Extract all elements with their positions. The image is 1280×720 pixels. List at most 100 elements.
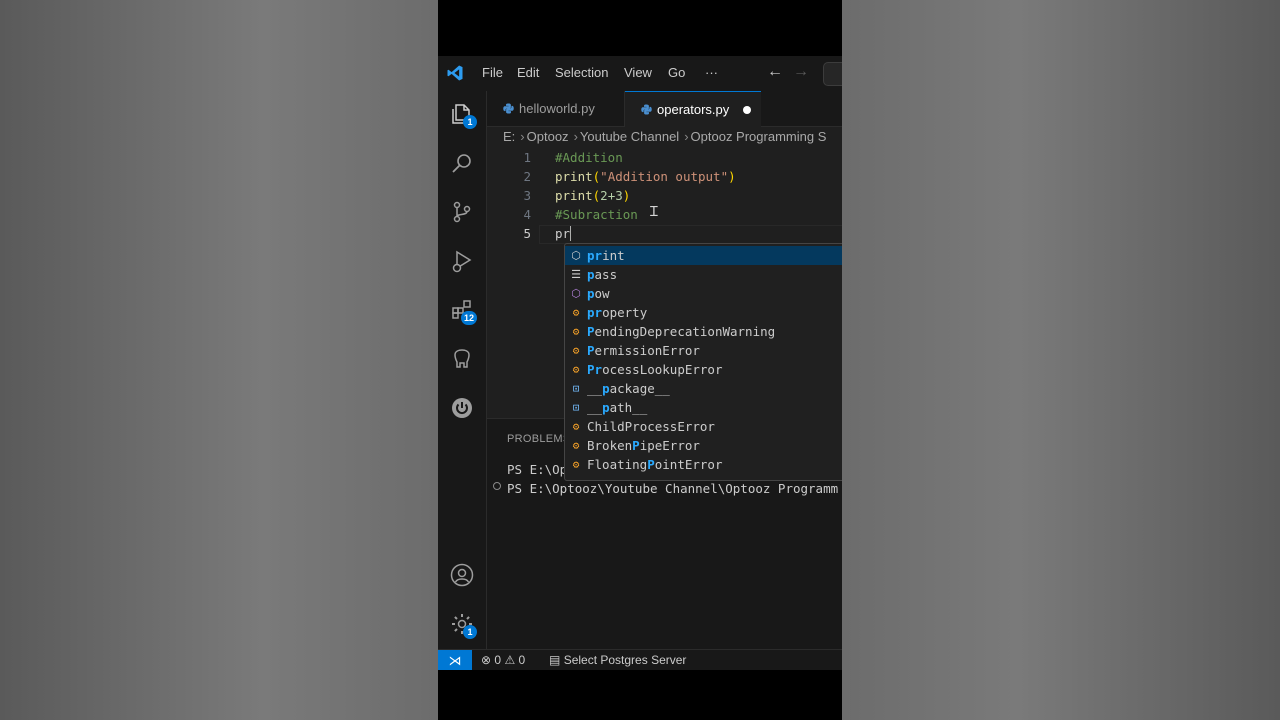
remote-indicator-icon[interactable]: ⋊ [438,650,472,670]
background-left [0,0,438,720]
suggestion-item[interactable]: ⬡ print [565,246,842,265]
error-icon: ⊗ [481,653,492,667]
suggestion-prefix: ChildPr [587,419,640,434]
explorer-badge: 1 [463,115,477,129]
source-control-icon[interactable] [450,200,474,224]
class-icon: ⚙ [572,420,580,433]
explorer-icon[interactable]: 1 [450,102,477,129]
suggestion-item[interactable]: ⚙ property [565,303,842,322]
suggestion-item[interactable]: ☰ pass [565,265,842,284]
activity-bar: 1 12 1 [438,91,487,649]
settings-badge: 1 [463,625,477,639]
match-highlight: P [647,457,655,472]
class-icon: ⚙ [572,344,580,357]
vscode-window: File Edit Selection View Go ··· ← → 1 12… [438,56,842,670]
line-number: 4 [523,207,531,222]
power-icon[interactable] [450,396,474,420]
autocomplete-suggestions: ⬡ print ☰ pass ⬡ pow ⚙ property ⚙ Pendin… [564,243,842,481]
warning-count: 0 [518,653,526,667]
menu-edit[interactable]: Edit [517,65,539,80]
variable-icon: ⊡ [572,401,580,414]
suggestion-item[interactable]: ⊡ __package__ [565,379,842,398]
tab-helloworld[interactable]: helloworld.py [487,91,625,126]
extensions-badge: 12 [461,311,477,325]
class-icon: ⚙ [572,363,580,376]
suggestion-item[interactable]: ⚙ PendingDeprecationWarning [565,322,842,341]
terminal-line: PS E:\Optooz\Youtube Channel\Optooz Prog… [507,481,839,496]
class-icon: ⚙ [572,325,580,338]
class-icon: ⚙ [572,458,580,471]
breadcrumb-item[interactable]: Optooz [527,129,569,144]
panel-tab-problems[interactable]: PROBLEMS [507,433,571,445]
text-cursor [570,226,572,241]
video-frame: File Edit Selection View Go ··· ← → 1 12… [438,0,842,720]
match-highlight: p [602,400,610,415]
suggestion-rest: ass [594,267,618,282]
forward-arrow-icon[interactable]: → [793,63,809,81]
suggestion-rest: ow [594,286,610,301]
line-number: 2 [523,169,531,184]
suggestion-item[interactable]: ⚙ BrokenPipeError [565,436,842,455]
editor-tabs: helloworld.py operators.py [487,91,842,127]
chevron-right-icon: › [573,129,578,144]
suggestion-prefix: Floating [587,457,648,472]
unsaved-dot-icon[interactable] [743,106,751,114]
suggestion-rest: ipeError [639,438,700,453]
suggestion-item[interactable]: ⊡ __path__ [565,398,842,417]
variable-icon: ⊡ [572,382,580,395]
code-text: print("Addition output") [555,169,736,184]
postgres-status[interactable]: ▤ Select Postgres Server [549,653,686,667]
function-token: print [555,169,593,184]
paren-token: ) [728,169,736,184]
keyword-icon: ☰ [571,268,581,281]
mouse-ibeam-icon: Ɪ [650,204,658,220]
match-highlight: P [587,324,595,339]
suggestion-item[interactable]: ⚙ ChildProcessError [565,417,842,436]
chevron-right-icon: › [520,129,525,144]
suggestion-item[interactable]: ⚙ ProcessLookupError [565,360,842,379]
suggestion-rest: int [602,248,625,263]
terminal-line: PS E:\Op [507,462,568,477]
match-highlight: Pr [587,362,603,377]
line-number: 1 [523,150,531,165]
run-debug-icon[interactable] [450,249,474,273]
suggestion-item[interactable]: ⚙ FloatingPointError [565,455,842,474]
breadcrumb-item[interactable]: Youtube Channel [580,129,679,144]
line-number: 5 [523,226,531,241]
postgres-elephant-icon[interactable] [450,347,474,371]
code-line: 3 print(2+3) [487,188,842,207]
problems-status[interactable]: ⊗ 0 ⚠ 0 [481,653,525,667]
suggestion-item[interactable]: ⬡ pow [565,284,842,303]
python-file-icon [641,104,652,115]
tab-label: operators.py [657,102,730,117]
suggestion-item[interactable]: ⚙ PermissionError [565,341,842,360]
menu-go[interactable]: Go [668,65,685,80]
account-icon[interactable] [450,563,474,587]
class-icon: ⚙ [572,439,580,452]
code-line: 4 #Subraction [487,207,842,226]
paren-token: ) [622,188,631,203]
string-token: "Addition output" [600,169,729,184]
chevron-right-icon: › [684,129,689,144]
match-highlight: p [602,381,610,396]
menu-selection[interactable]: Selection [555,65,608,80]
suggestion-rest: ointError [654,457,723,472]
code-text: #Subraction [555,207,638,222]
breadcrumb-item[interactable]: E: [503,129,515,144]
back-arrow-icon[interactable]: ← [767,63,783,81]
match-highlight: pr [587,305,603,320]
menu-file[interactable]: File [482,65,503,80]
settings-gear-icon[interactable]: 1 [450,612,477,639]
breadcrumb-item[interactable]: Optooz Programming S [691,129,827,144]
current-line-highlight [539,225,842,244]
function-token: print [555,188,593,203]
command-center[interactable] [823,62,842,86]
match-highlight: P [632,438,640,453]
menu-more[interactable]: ··· [705,65,718,80]
menu-view[interactable]: View [624,65,652,80]
tab-operators[interactable]: operators.py [625,91,761,127]
search-icon[interactable] [450,151,474,175]
code-text: #Addition [555,150,623,165]
background-right [842,0,1280,720]
extensions-icon[interactable]: 12 [450,298,477,325]
